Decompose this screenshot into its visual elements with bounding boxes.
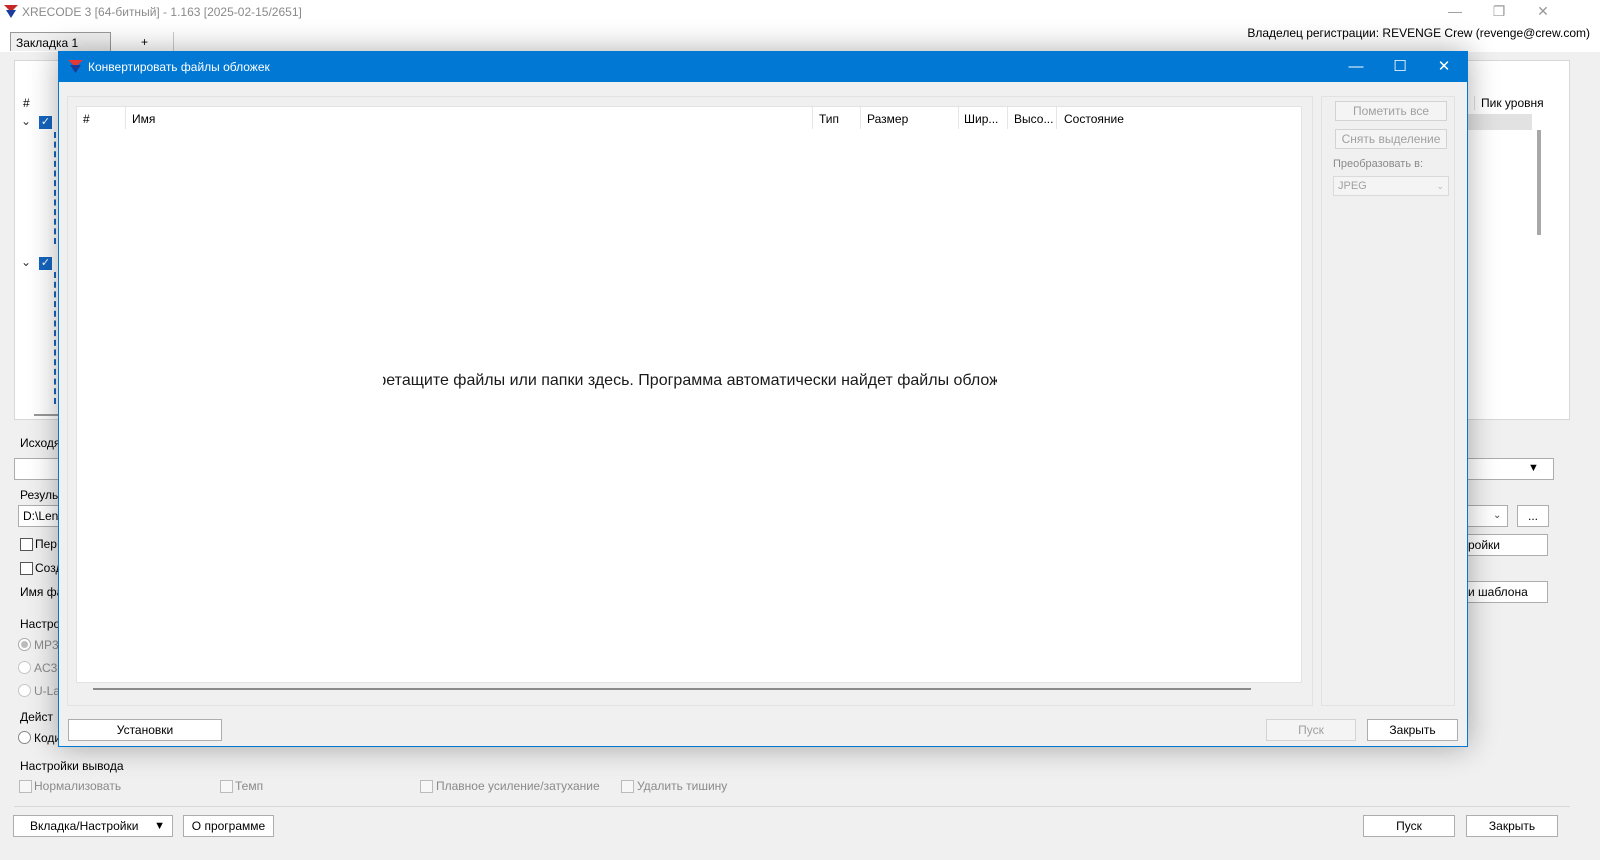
dialog-close-button[interactable]: ✕ — [1422, 52, 1466, 82]
option-create-checkbox[interactable] — [20, 562, 33, 575]
column-hash: # — [23, 96, 30, 110]
format-select-value: JPEG — [1338, 180, 1367, 192]
filename-label: Имя фа — [20, 585, 64, 599]
chevron-down-icon[interactable]: ⌄ — [21, 255, 31, 269]
column-height[interactable]: Высо... — [1014, 112, 1053, 126]
dialog-minimize-button[interactable]: — — [1334, 52, 1378, 82]
source-field[interactable] — [14, 458, 64, 480]
format-section-label: Настро — [20, 617, 61, 631]
dialog-settings-button[interactable]: Установки — [68, 719, 222, 741]
restore-button[interactable]: ❐ — [1476, 0, 1522, 24]
browse-button[interactable]: ... — [1517, 505, 1549, 527]
chevron-down-icon: ⌄ — [1436, 181, 1444, 191]
tab-settings-label: Вкладка/Настройки — [30, 819, 139, 833]
deselect-button[interactable]: Снять выделение — [1335, 129, 1447, 149]
format-ulaw-label: U-La — [34, 684, 61, 698]
column-type[interactable]: Тип — [819, 112, 839, 126]
template-button[interactable]: и шаблона — [1466, 581, 1548, 603]
chevron-down-icon[interactable]: ⌄ — [21, 114, 31, 128]
option-per-checkbox[interactable] — [20, 538, 33, 551]
about-button[interactable]: О программе — [183, 815, 274, 837]
tab-bookmark-1[interactable]: Закладка 1 — [10, 32, 111, 51]
column-status[interactable]: Состояние — [1064, 112, 1124, 126]
result-label: Резуль — [20, 488, 59, 502]
option-per-label: Пер — [35, 537, 57, 551]
settings-button[interactable]: ройки — [1466, 534, 1548, 556]
remove-silence-label: Удалить тишину — [637, 779, 728, 793]
chevron-down-icon: ⌄ — [1493, 510, 1502, 521]
tempo-checkbox[interactable] — [220, 780, 233, 793]
minimize-button[interactable]: — — [1432, 0, 1478, 24]
format-ac3-label: AC3 — [34, 661, 58, 675]
xrecode-logo-icon — [68, 60, 83, 73]
group-checkbox-1[interactable]: ✓ — [39, 116, 52, 129]
format-mp3-radio[interactable] — [18, 638, 31, 651]
normalize-checkbox[interactable] — [19, 780, 32, 793]
drop-hint-label: Перетащите файлы или папки здесь. Програ… — [383, 372, 997, 389]
action-encode-radio[interactable] — [18, 731, 31, 744]
dialog-hscroll-thumb[interactable] — [93, 688, 1251, 690]
registration-owner: Владелец регистрации: REVENGE Crew (reve… — [1247, 26, 1590, 40]
selected-row — [1468, 114, 1532, 130]
tempo-label: Темп — [235, 779, 264, 793]
tab-settings-button[interactable]: Вкладка/Настройки ▼ — [13, 815, 173, 837]
xrecode-logo-icon — [4, 5, 18, 18]
format-ulaw-radio[interactable] — [18, 684, 31, 697]
add-tab-button[interactable]: + — [116, 32, 174, 51]
column-num[interactable]: # — [83, 112, 90, 126]
chevron-down-icon[interactable]: ▼ — [1528, 462, 1539, 474]
column-separator — [125, 107, 126, 129]
format-ac3-radio[interactable] — [18, 661, 31, 674]
column-width[interactable]: Шир... — [964, 112, 998, 126]
fade-checkbox[interactable] — [420, 780, 433, 793]
remove-silence-checkbox[interactable] — [621, 780, 634, 793]
column-size[interactable]: Размер — [867, 112, 908, 126]
select-all-button[interactable]: Пометить все — [1335, 101, 1447, 121]
dialog-titlebar — [59, 52, 1467, 82]
normalize-label: Нормализовать — [34, 779, 122, 793]
dialog-title: Конвертировать файлы обложек — [88, 60, 270, 74]
column-separator — [1056, 107, 1057, 129]
drop-hint-text: Перетащите файлы или папки здесь. Програ… — [383, 372, 997, 390]
close-main-button[interactable]: Закрыть — [1466, 815, 1558, 837]
convert-to-label: Преобразовать в: — [1333, 158, 1424, 170]
column-name[interactable]: Имя — [132, 112, 155, 126]
format-mp3-label: MP3 — [34, 638, 59, 652]
group-checkbox-2[interactable]: ✓ — [39, 257, 52, 270]
hscroll-thumb[interactable] — [34, 414, 60, 416]
start-button[interactable]: Пуск — [1363, 815, 1455, 837]
dialog-maximize-button[interactable]: ☐ — [1378, 52, 1422, 82]
bottom-divider — [14, 806, 1570, 807]
app-title: XRECODE 3 [64-битный] - 1.163 [2025-02-1… — [22, 5, 302, 19]
column-separator — [958, 107, 959, 129]
column-separator — [812, 107, 813, 129]
output-path-dropdown[interactable] — [1466, 505, 1508, 527]
covers-file-list[interactable]: # Имя Тип Размер Шир... Высо... Состояни… — [76, 106, 1302, 683]
dialog-start-button[interactable]: Пуск — [1266, 719, 1356, 741]
fade-label: Плавное усиление/затухание — [436, 779, 600, 793]
scrollbar-thumb[interactable] — [1537, 130, 1541, 235]
action-section-label: Дейст — [20, 710, 53, 724]
column-separator — [1007, 107, 1008, 129]
column-separator — [860, 107, 861, 129]
format-select[interactable]: JPEG ⌄ — [1333, 176, 1449, 196]
source-field-end[interactable] — [1466, 458, 1554, 480]
output-settings-label: Настройки вывода — [20, 759, 124, 773]
source-label: Исходя — [20, 436, 61, 450]
column-peak-level[interactable]: Пик уровня — [1474, 96, 1570, 110]
close-button[interactable]: ✕ — [1520, 0, 1566, 24]
chevron-down-icon: ▼ — [154, 820, 165, 832]
output-path-field[interactable]: D:\Len — [18, 505, 62, 527]
dialog-close-action-button[interactable]: Закрыть — [1367, 719, 1458, 741]
convert-covers-dialog: Конвертировать файлы обложек — ☐ ✕ # Имя… — [58, 51, 1468, 747]
